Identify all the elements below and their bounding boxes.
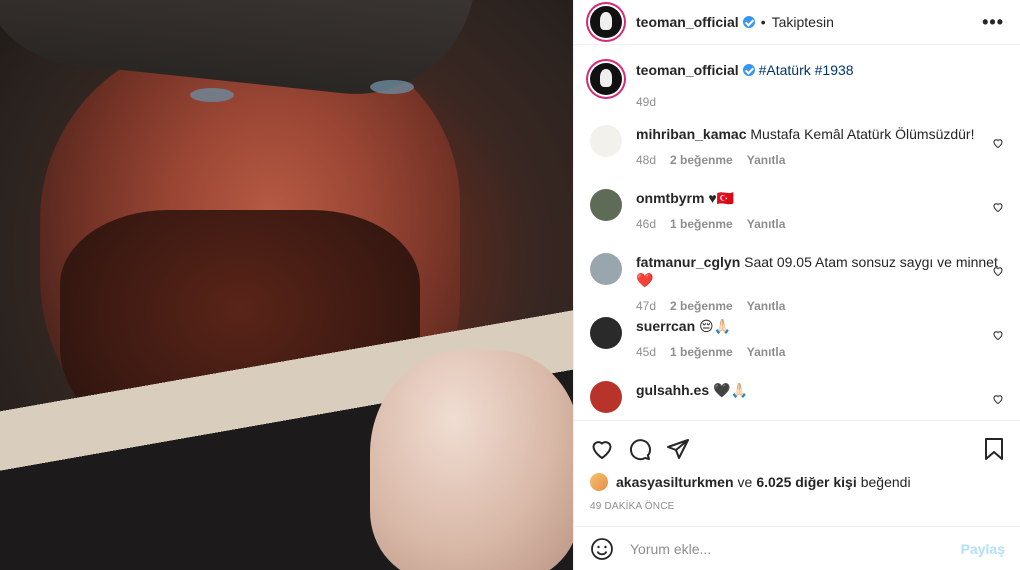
comment-heart-icon[interactable] [992, 265, 1004, 277]
comment-avatar[interactable] [590, 253, 622, 285]
comment-text: Mustafa Kemâl Atatürk Ölümsüzdür! [750, 126, 975, 142]
save-bookmark-icon[interactable] [983, 437, 1005, 461]
comment-username[interactable]: mihriban_kamac [636, 126, 747, 142]
comment-heart-icon[interactable] [992, 137, 1004, 149]
comment-username[interactable]: fatmanur_cglyn [636, 254, 740, 270]
header-separator: • [760, 14, 766, 30]
comment-item: onmtbyrm ♥🇹🇷 46d 1 beğenme Yanıtla [590, 189, 1004, 253]
comment-username[interactable]: suerrcan [636, 318, 695, 334]
post-modal: teoman_official • Takiptesin ••• teoman_… [0, 0, 1020, 570]
comment-item: fatmanur_cglyn Saat 09.05 Atam sonsuz sa… [590, 253, 1004, 317]
like-heart-icon[interactable] [590, 437, 614, 461]
comment-avatar[interactable] [590, 317, 622, 349]
photo-hand [370, 350, 573, 570]
comment-input[interactable] [630, 540, 961, 557]
comment-text: 😔🙏🏻 [699, 318, 732, 334]
comment-avatar[interactable] [590, 189, 622, 221]
likes-suffix: beğendi [860, 474, 911, 490]
reply-link[interactable]: Yanıtla [747, 297, 786, 315]
comment-bubble-icon[interactable] [628, 437, 652, 461]
caption-hashtags[interactable]: #Atatürk #1938 [759, 62, 854, 78]
share-send-icon[interactable] [666, 437, 690, 461]
comment-text: ♥🇹🇷 [708, 190, 735, 206]
more-options-icon[interactable]: ••• [982, 12, 1004, 33]
liker-username[interactable]: akasyasilturkmen [616, 474, 734, 490]
reply-link[interactable]: Yanıtla [747, 343, 786, 361]
photo-eye-left [190, 88, 234, 102]
photo-eye-right [370, 80, 414, 94]
comment-heart-icon[interactable] [992, 329, 1004, 341]
comment-heart-icon[interactable] [992, 393, 1004, 405]
comment-heart-icon[interactable] [992, 201, 1004, 213]
post-comment-button[interactable]: Paylaş [961, 541, 1005, 557]
likes-summary: akasyasilturkmen ve 6.025 diğer kişi beğ… [590, 473, 1005, 491]
comment-time[interactable]: 48d [636, 151, 656, 169]
comment-username[interactable]: gulsahh.es [636, 382, 709, 398]
comment-likes[interactable]: 2 beğenme [670, 151, 733, 169]
comment-likes[interactable]: 2 beğenme [670, 297, 733, 315]
add-comment-bar: Paylaş [574, 526, 1020, 570]
comment-likes[interactable]: 1 beğenme [670, 343, 733, 361]
caption-avatar[interactable] [590, 63, 622, 95]
liker-avatar[interactable] [590, 473, 608, 491]
post-side-panel: teoman_official • Takiptesin ••• teoman_… [573, 0, 1020, 570]
author-username[interactable]: teoman_official [636, 14, 739, 30]
caption-username[interactable]: teoman_official [636, 62, 739, 78]
comment-item: mihriban_kamac Mustafa Kemâl Atatürk Ölü… [590, 125, 1004, 189]
emoji-smiley-icon[interactable] [590, 537, 614, 561]
post-photo[interactable] [0, 0, 573, 570]
post-header: teoman_official • Takiptesin ••• [574, 0, 1020, 45]
post-time-ago[interactable]: 49 DAKİKA ÖNCE [590, 501, 1005, 512]
likes-connector: ve [737, 474, 753, 490]
comment-likes[interactable]: 1 beğenme [670, 215, 733, 233]
likes-others-link[interactable]: 6.025 diğer kişi [756, 474, 856, 490]
comment-item: suerrcan 😔🙏🏻 45d 1 beğenme Yanıtla [590, 317, 1004, 381]
comment-time[interactable]: 46d [636, 215, 656, 233]
reply-link[interactable]: Yanıtla [747, 151, 786, 169]
caption-time[interactable]: 49d [636, 93, 656, 111]
author-avatar[interactable] [590, 6, 622, 38]
action-icons [590, 429, 1005, 469]
comment-text: 🖤🙏🏻 [713, 382, 748, 398]
follow-status[interactable]: Takiptesin [772, 14, 834, 30]
comment-username[interactable]: onmtbyrm [636, 190, 704, 206]
verified-badge-icon [742, 16, 755, 28]
comment-avatar[interactable] [590, 125, 622, 157]
comment-item: gulsahh.es 🖤🙏🏻 [590, 381, 1004, 421]
comment-time[interactable]: 47d [636, 297, 656, 315]
post-actions: akasyasilturkmen ve 6.025 diğer kişi beğ… [574, 420, 1020, 526]
reply-link[interactable]: Yanıtla [747, 215, 786, 233]
caption: teoman_official #Atatürk #1938 49d [590, 59, 1004, 111]
verified-badge-icon [742, 64, 755, 76]
comment-avatar[interactable] [590, 381, 622, 413]
comment-time[interactable]: 45d [636, 343, 656, 361]
